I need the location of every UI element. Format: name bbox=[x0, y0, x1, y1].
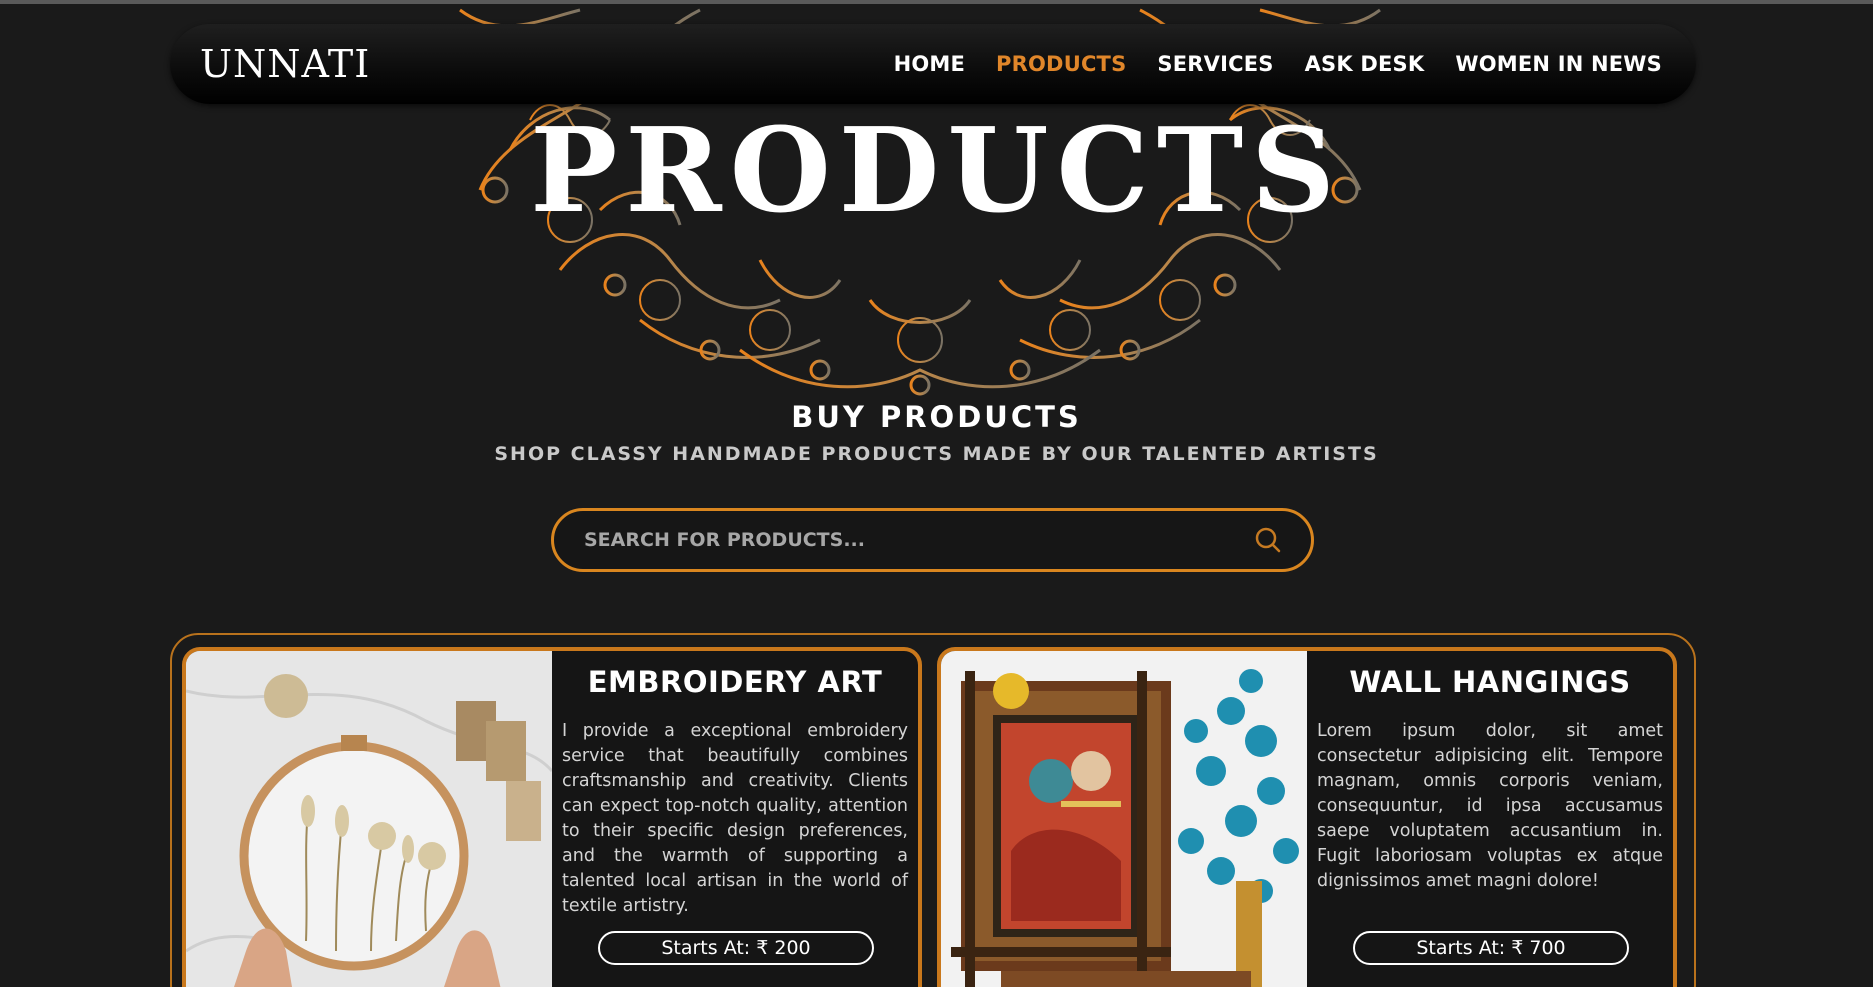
nav-link-home[interactable]: HOME bbox=[894, 52, 965, 76]
hero-title: PRODUCTS bbox=[530, 103, 1343, 239]
search-icon[interactable] bbox=[1253, 525, 1283, 555]
nav-link-women-in-news[interactable]: WOMEN IN NEWS bbox=[1455, 52, 1662, 76]
product-card-body: WALL HANGINGS Lorem ipsum dolor, sit ame… bbox=[1307, 651, 1673, 987]
search-input[interactable] bbox=[584, 529, 1253, 551]
product-description: I provide a exceptional embroidery servi… bbox=[562, 721, 908, 916]
product-description: Lorem ipsum dolor, sit amet consectetur … bbox=[1317, 721, 1663, 891]
product-title: EMBROIDERY ART bbox=[587, 665, 883, 699]
section-subtitle: SHOP CLASSY HANDMADE PRODUCTS MADE BY OU… bbox=[494, 443, 1379, 465]
wall-hanging-image bbox=[941, 651, 1307, 987]
section-title: BUY PRODUCTS bbox=[791, 400, 1082, 434]
products-grid: EMBROIDERY ART I provide a exceptional e… bbox=[170, 633, 1696, 987]
nav-link-services[interactable]: SERVICES bbox=[1157, 52, 1273, 76]
price-button[interactable]: Starts At: ₹ 200 bbox=[598, 931, 874, 965]
nav-link-ask-desk[interactable]: ASK DESK bbox=[1305, 52, 1425, 76]
top-navbar: UNNATI HOME PRODUCTS SERVICES ASK DESK W… bbox=[170, 24, 1696, 104]
nav-links: HOME PRODUCTS SERVICES ASK DESK WOMEN IN… bbox=[894, 24, 1662, 104]
product-search-bar bbox=[551, 508, 1314, 572]
price-button[interactable]: Starts At: ₹ 700 bbox=[1353, 931, 1629, 965]
nav-link-products[interactable]: PRODUCTS bbox=[996, 52, 1126, 76]
product-card-wall-hangings[interactable]: WALL HANGINGS Lorem ipsum dolor, sit ame… bbox=[937, 647, 1677, 987]
unnati-logo[interactable]: UNNATI bbox=[200, 42, 370, 86]
embroidery-hoop-image bbox=[186, 651, 552, 987]
product-title: WALL HANGINGS bbox=[1349, 665, 1631, 699]
product-card-body: EMBROIDERY ART I provide a exceptional e… bbox=[552, 651, 918, 987]
product-card-embroidery-art[interactable]: EMBROIDERY ART I provide a exceptional e… bbox=[182, 647, 922, 987]
